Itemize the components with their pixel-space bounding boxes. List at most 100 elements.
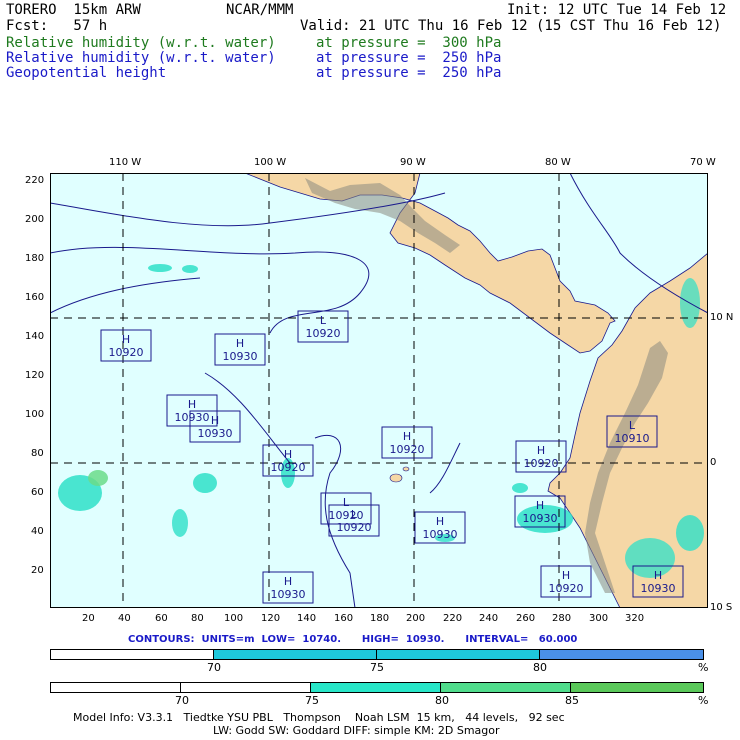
contours-info: CONTOURS: UNITS=m LOW= 10740. HIGH= 1093… <box>128 634 578 645</box>
x-tick-label: 300 <box>589 613 609 624</box>
field-name-1: Relative humidity (w.r.t. water) <box>6 35 276 51</box>
lon-label-80w: 80 W <box>545 157 571 168</box>
pressure-center-value: 10920 <box>337 521 372 534</box>
pressure-center-value: 10920 <box>306 327 341 340</box>
field-level-3: at pressure = 250 hPa <box>316 65 502 81</box>
colorbar1-tick: 75 <box>370 661 384 674</box>
pressure-center-type: L <box>320 314 327 327</box>
colorbar-rh-250 <box>50 649 704 660</box>
pressure-center-value: 10930 <box>641 582 676 595</box>
colorbar2-tick: 85 <box>565 694 579 707</box>
colorbar1-tick: 70 <box>207 661 221 674</box>
colorbar-segment <box>571 683 703 692</box>
x-tick-label: 80 <box>191 613 204 624</box>
colorbar-segment <box>377 650 540 659</box>
y-tick-label: 160 <box>25 292 45 303</box>
x-tick-label: 180 <box>370 613 390 624</box>
colorbar1-unit: % <box>698 661 709 674</box>
x-tick-label: 160 <box>334 613 354 624</box>
pressure-center-type: H <box>284 448 292 461</box>
pressure-center-type: L <box>351 508 358 521</box>
y-tick-label: 200 <box>25 214 45 225</box>
field-level-2: at pressure = 250 hPa <box>316 50 502 66</box>
y-tick-label: 220 <box>25 175 45 186</box>
pressure-center-value: 10920 <box>390 443 425 456</box>
pressure-center-value: 10920 <box>524 457 559 470</box>
pressure-center-type: H <box>211 414 219 427</box>
pressure-center-type: H <box>403 430 411 443</box>
colorbar-segment <box>540 650 703 659</box>
colorbar-segment <box>441 683 571 692</box>
pressure-center-value: 10920 <box>271 461 306 474</box>
model-info: Model Info: V3.3.1 Tiedtke YSU PBL Thomp… <box>73 711 565 724</box>
y-tick-label: 100 <box>25 409 45 420</box>
init-time: Init: 12 UTC Tue 14 Feb 12 <box>507 2 727 18</box>
y-tick-label: 80 <box>31 448 44 459</box>
pressure-center-type: H <box>537 444 545 457</box>
lat-label-10s: 10 S <box>710 602 733 613</box>
model-title: TORERO 15km ARW <box>6 2 141 18</box>
pressure-center-value: 10920 <box>549 582 584 595</box>
forecast-hour: Fcst: 57 h <box>6 18 108 34</box>
lon-label-110w: 110 W <box>109 157 142 168</box>
colorbar2-unit: % <box>698 694 709 707</box>
lat-label-0: 0 <box>710 457 717 468</box>
pressure-center-type: H <box>236 337 244 350</box>
pressure-center-type: H <box>284 575 292 588</box>
pressure-center-value: 10930 <box>198 427 233 440</box>
y-tick-label: 180 <box>25 253 45 264</box>
pressure-center-value: 10930 <box>271 588 306 601</box>
colorbar-segment <box>181 683 311 692</box>
y-tick-label: 120 <box>25 370 45 381</box>
pressure-center-value: 10930 <box>423 528 458 541</box>
x-tick-label: 260 <box>516 613 536 624</box>
field-name-3: Geopotential height <box>6 65 167 81</box>
y-tick-label: 60 <box>31 487 44 498</box>
lat-label-10n: 10 N <box>710 312 734 323</box>
y-tick-label: 40 <box>31 526 44 537</box>
pressure-center-type: H <box>122 333 130 346</box>
colorbar-segment <box>51 683 181 692</box>
x-tick-label: 100 <box>224 613 244 624</box>
colorbar-rh-300 <box>50 682 704 693</box>
pressure-center-type: L <box>343 496 350 509</box>
x-tick-label: 220 <box>443 613 463 624</box>
pressure-center-type: H <box>436 515 444 528</box>
x-tick-label: 280 <box>552 613 572 624</box>
pressure-center-type: H <box>188 398 196 411</box>
pressure-center-type: L <box>629 419 636 432</box>
colorbar2-tick: 80 <box>435 694 449 707</box>
x-tick-label: 40 <box>118 613 131 624</box>
field-name-2: Relative humidity (w.r.t. water) <box>6 50 276 66</box>
lon-label-90w: 90 W <box>400 157 426 168</box>
pressure-center-value: 10930 <box>175 411 210 424</box>
x-tick-label: 320 <box>625 613 645 624</box>
institution-label: NCAR/MMM <box>226 2 294 18</box>
colorbar2-tick: 70 <box>175 694 189 707</box>
x-tick-label: 120 <box>261 613 281 624</box>
colorbar-segment <box>214 650 377 659</box>
pressure-center-value: 10920 <box>109 346 144 359</box>
galapagos-island <box>389 473 403 483</box>
forecast-map: H10920H10930L10920H10930 H10930L10920H109… <box>50 173 708 608</box>
field-level-1: at pressure = 300 hPa <box>316 35 502 51</box>
physics-info: LW: Godd SW: Goddard DIFF: simple KM: 2D… <box>213 724 500 737</box>
x-tick-label: 200 <box>406 613 426 624</box>
y-tick-label: 20 <box>31 565 44 576</box>
lon-label-100w: 100 W <box>254 157 287 168</box>
x-tick-label: 140 <box>297 613 317 624</box>
pressure-center-type: H <box>562 569 570 582</box>
x-tick-label: 240 <box>479 613 499 624</box>
galapagos-island <box>402 466 410 472</box>
valid-time: Valid: 21 UTC Thu 16 Feb 12 (15 CST Thu … <box>300 18 722 34</box>
pressure-center-type: H <box>536 499 544 512</box>
x-tick-label: 60 <box>155 613 168 624</box>
lon-label-70w: 70 W <box>690 157 716 168</box>
colorbar1-tick: 80 <box>533 661 547 674</box>
y-tick-label: 140 <box>25 331 45 342</box>
x-tick-label: 20 <box>82 613 95 624</box>
pressure-center-value: 10910 <box>615 432 650 445</box>
colorbar-segment <box>51 650 214 659</box>
colorbar2-tick: 75 <box>305 694 319 707</box>
pressure-center-value: 10930 <box>223 350 258 363</box>
